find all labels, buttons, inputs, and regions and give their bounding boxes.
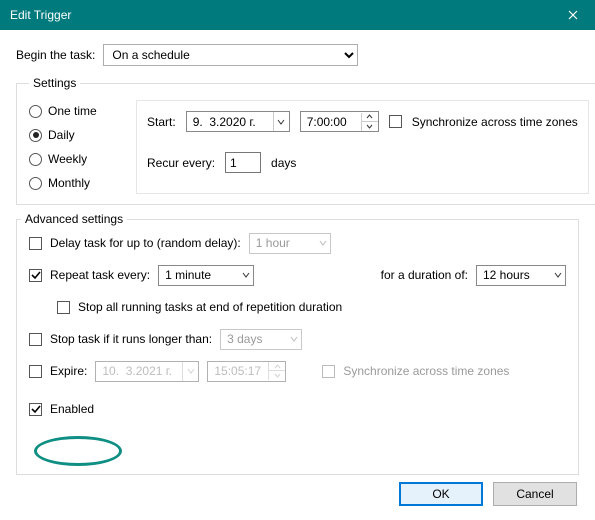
ok-button[interactable]: OK bbox=[399, 482, 483, 506]
spinner-down-icon[interactable] bbox=[362, 122, 378, 131]
radio-monthly[interactable]: Monthly bbox=[29, 176, 124, 190]
advanced-group: Advanced settings Delay task for up to (… bbox=[16, 219, 579, 475]
button-bar: OK Cancel bbox=[399, 482, 577, 506]
expire-time-picker bbox=[207, 361, 286, 382]
dialog-body: Begin the task: On a schedule Settings O… bbox=[0, 30, 595, 489]
expire-checkbox[interactable] bbox=[29, 365, 42, 378]
annotation-oval bbox=[34, 436, 122, 466]
duration-label: for a duration of: bbox=[381, 268, 468, 282]
sync-tz-label: Synchronize across time zones bbox=[412, 115, 578, 129]
recur-label: Recur every: bbox=[147, 156, 215, 170]
time-spinner[interactable] bbox=[361, 113, 378, 131]
radio-label: Weekly bbox=[48, 152, 87, 166]
cancel-button[interactable]: Cancel bbox=[493, 482, 577, 506]
radio-icon bbox=[29, 105, 42, 118]
sync-tz2-checkbox bbox=[322, 365, 335, 378]
expire-label: Expire: bbox=[50, 364, 87, 378]
stop-longer-label: Stop task if it runs longer than: bbox=[50, 332, 212, 346]
start-time-picker[interactable] bbox=[300, 111, 379, 132]
delay-label: Delay task for up to (random delay): bbox=[50, 236, 241, 250]
start-time-input[interactable] bbox=[301, 112, 361, 131]
sync-tz-checkbox[interactable] bbox=[389, 115, 402, 128]
advanced-legend: Advanced settings bbox=[21, 212, 127, 226]
enabled-label: Enabled bbox=[50, 402, 94, 416]
expire-time-input bbox=[208, 362, 268, 381]
close-button[interactable] bbox=[551, 0, 595, 30]
enabled-checkbox[interactable] bbox=[29, 403, 42, 416]
close-icon bbox=[568, 10, 578, 20]
duration-value: 12 hours bbox=[483, 268, 530, 282]
sync-tz2-label: Synchronize across time zones bbox=[343, 364, 509, 378]
radio-label: Monthly bbox=[48, 176, 90, 190]
begin-label: Begin the task: bbox=[16, 48, 95, 62]
settings-legend: Settings bbox=[29, 76, 80, 90]
radio-icon bbox=[29, 177, 42, 190]
repeat-value: 1 minute bbox=[165, 268, 211, 282]
radio-one-time[interactable]: One time bbox=[29, 104, 124, 118]
stop-longer-value: 3 days bbox=[227, 332, 262, 346]
radio-label: Daily bbox=[48, 128, 75, 142]
delay-select: 1 hour bbox=[249, 233, 331, 254]
window-title: Edit Trigger bbox=[10, 8, 71, 22]
delay-value: 1 hour bbox=[256, 236, 290, 250]
expire-date-picker bbox=[95, 361, 199, 382]
spinner-up-icon bbox=[269, 362, 285, 371]
stop-at-end-checkbox[interactable] bbox=[57, 301, 70, 314]
duration-select[interactable]: 12 hours bbox=[476, 265, 566, 286]
stop-at-end-label: Stop all running tasks at end of repetit… bbox=[78, 300, 342, 314]
start-pane: Start: Synch bbox=[136, 100, 589, 194]
spinner-down-icon bbox=[269, 371, 285, 380]
chevron-down-icon[interactable] bbox=[242, 268, 250, 282]
titlebar: Edit Trigger bbox=[0, 0, 595, 30]
spinner-up-icon[interactable] bbox=[362, 113, 378, 122]
chevron-down-icon[interactable] bbox=[273, 112, 289, 131]
radio-daily[interactable]: Daily bbox=[29, 128, 124, 142]
start-date-input[interactable] bbox=[187, 112, 273, 131]
start-date-picker[interactable] bbox=[186, 111, 290, 132]
stop-longer-checkbox[interactable] bbox=[29, 333, 42, 346]
delay-checkbox[interactable] bbox=[29, 237, 42, 250]
radio-icon bbox=[29, 153, 42, 166]
stop-longer-select: 3 days bbox=[220, 329, 302, 350]
expire-date-input bbox=[96, 362, 182, 381]
recur-input[interactable] bbox=[225, 152, 261, 173]
chevron-down-icon bbox=[182, 362, 198, 381]
time-spinner bbox=[268, 362, 285, 380]
start-label: Start: bbox=[147, 115, 176, 129]
schedule-radios: One time Daily Weekly Monthly bbox=[29, 100, 124, 194]
radio-weekly[interactable]: Weekly bbox=[29, 152, 124, 166]
begin-row: Begin the task: On a schedule bbox=[16, 44, 579, 66]
chevron-down-icon bbox=[290, 332, 298, 346]
radio-label: One time bbox=[48, 104, 97, 118]
recur-unit: days bbox=[271, 156, 296, 170]
repeat-label: Repeat task every: bbox=[50, 268, 150, 282]
settings-group: Settings One time Daily Weekly Monthly bbox=[16, 76, 595, 205]
begin-task-select[interactable]: On a schedule bbox=[103, 44, 358, 66]
chevron-down-icon bbox=[319, 236, 327, 250]
repeat-select[interactable]: 1 minute bbox=[158, 265, 254, 286]
repeat-checkbox[interactable] bbox=[29, 269, 42, 282]
chevron-down-icon[interactable] bbox=[554, 268, 562, 282]
radio-icon bbox=[29, 129, 42, 142]
